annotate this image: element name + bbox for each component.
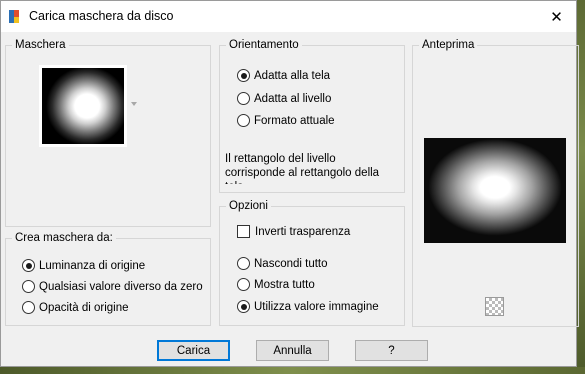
invert-transparency-checkbox-row[interactable]: Inverti trasparenza [237, 225, 350, 238]
radio-button[interactable] [237, 278, 250, 291]
radio-label: Formato attuale [254, 114, 335, 127]
radio-any-nonzero[interactable]: Qualsiasi valore diverso da zero [22, 280, 203, 293]
close-button[interactable]: ✕ [537, 1, 576, 32]
mask-thumbnail[interactable] [39, 65, 127, 147]
radio-show-all[interactable]: Mostra tutto [237, 278, 315, 291]
radio-label: Qualsiasi valore diverso da zero [39, 280, 203, 293]
help-button[interactable]: ? [355, 340, 428, 361]
radio-button[interactable] [22, 301, 35, 314]
radio-label: Luminanza di origine [39, 259, 146, 272]
checkbox[interactable] [237, 225, 250, 238]
mask-group-label: Maschera [12, 38, 69, 52]
transparency-checker-icon[interactable] [485, 297, 504, 316]
checkbox-label: Inverti trasparenza [255, 225, 351, 238]
radio-label: Mostra tutto [254, 278, 315, 291]
radio-label: Adatta al livello [254, 92, 332, 105]
radio-button[interactable] [22, 280, 35, 293]
desktop-background-bottom [0, 367, 585, 374]
radio-hide-all[interactable]: Nascondi tutto [237, 257, 328, 270]
radio-button-selected[interactable] [237, 69, 250, 82]
create-mask-group-label: Crea maschera da: [12, 231, 116, 245]
title-bar[interactable]: Carica maschera da disco ✕ [1, 1, 576, 32]
load-button-label: Carica [176, 344, 211, 357]
radio-source-luminance[interactable]: Luminanza di origine [22, 259, 145, 272]
orientation-info-text: Il rettangolo del livello corrisponde al… [225, 153, 380, 184]
paintshop-pro-icon [9, 10, 19, 23]
radio-button[interactable] [237, 114, 250, 127]
chevron-down-icon[interactable] [131, 102, 137, 106]
radio-button[interactable] [237, 92, 250, 105]
radio-fit-layer[interactable]: Adatta al livello [237, 92, 331, 105]
radio-current-size[interactable]: Formato attuale [237, 114, 335, 127]
radio-button[interactable] [237, 257, 250, 270]
radio-label: Opacità di origine [39, 301, 129, 314]
preview-image [424, 138, 566, 243]
load-button[interactable]: Carica [157, 340, 230, 361]
dialog-window: Carica maschera da disco ✕ Maschera Crea… [0, 0, 579, 367]
options-group-label: Opzioni [226, 199, 271, 213]
radio-source-opacity[interactable]: Opacità di origine [22, 301, 129, 314]
preview-group-label: Anteprima [419, 38, 478, 52]
close-icon: ✕ [550, 8, 563, 26]
radio-use-image-value[interactable]: Utilizza valore immagine [237, 300, 379, 313]
help-button-label: ? [388, 344, 395, 357]
radio-label: Nascondi tutto [254, 257, 328, 270]
window-title: Carica maschera da disco [29, 9, 174, 23]
cancel-button[interactable]: Annulla [256, 340, 329, 361]
radio-fit-canvas[interactable]: Adatta alla tela [237, 69, 330, 82]
radio-label: Adatta alla tela [254, 69, 331, 82]
radio-button-selected[interactable] [22, 259, 35, 272]
radio-button-selected[interactable] [237, 300, 250, 313]
orientation-group-label: Orientamento [226, 38, 302, 52]
cancel-button-label: Annulla [273, 344, 312, 357]
radio-label: Utilizza valore immagine [254, 300, 379, 313]
mask-image [42, 68, 124, 144]
